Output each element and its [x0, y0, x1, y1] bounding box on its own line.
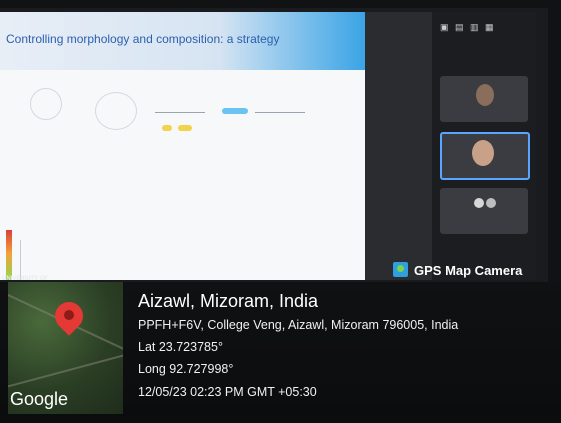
location-pin-center — [64, 310, 74, 320]
reaction-step-highlight — [162, 125, 172, 131]
participant-tile-others[interactable] — [440, 188, 528, 234]
color-scale-bar — [6, 230, 12, 280]
participant-tile[interactable] — [440, 76, 528, 122]
reaction-step-highlight — [222, 108, 248, 114]
reaction-step-highlight — [178, 125, 192, 131]
address-line: PPFH+F6V, College Veng, Aizawl, Mizoram … — [138, 318, 459, 332]
map-provider-logo: Google — [10, 389, 69, 409]
datetime-line: 12/05/23 02:23 PM GMT +05:30 — [138, 385, 317, 399]
longitude-line: Long 92.727998° — [138, 362, 234, 376]
participant-avatar — [472, 140, 494, 166]
reaction-arrow — [155, 112, 205, 113]
molecule-diagram — [95, 92, 137, 130]
latitude-line: Lat 23.723785° — [138, 340, 223, 354]
photo-frame: Controlling morphology and composition: … — [0, 0, 561, 423]
slide-title: Controlling morphology and composition: … — [6, 32, 280, 46]
participant-avatar — [486, 198, 496, 208]
participant-avatar — [474, 198, 484, 208]
participant-avatar — [476, 84, 494, 106]
meeting-controls[interactable]: ▣ ▤ ▥ ▦ — [440, 22, 496, 33]
map-road — [8, 353, 123, 393]
screen-side-panel — [365, 12, 435, 280]
gps-app-label: GPS Map Camera — [414, 263, 523, 278]
plot-axes — [20, 240, 161, 280]
reaction-arrow — [255, 112, 305, 113]
slide-body — [0, 70, 365, 280]
slide-header: Controlling morphology and composition: … — [0, 12, 365, 70]
molecule-diagram — [30, 88, 62, 120]
participant-tile-active-speaker[interactable] — [440, 132, 530, 180]
presentation-slide: Controlling morphology and composition: … — [0, 12, 365, 280]
location-title: Aizawl, Mizoram, India — [138, 291, 319, 311]
map-thumbnail: Google — [8, 282, 123, 414]
